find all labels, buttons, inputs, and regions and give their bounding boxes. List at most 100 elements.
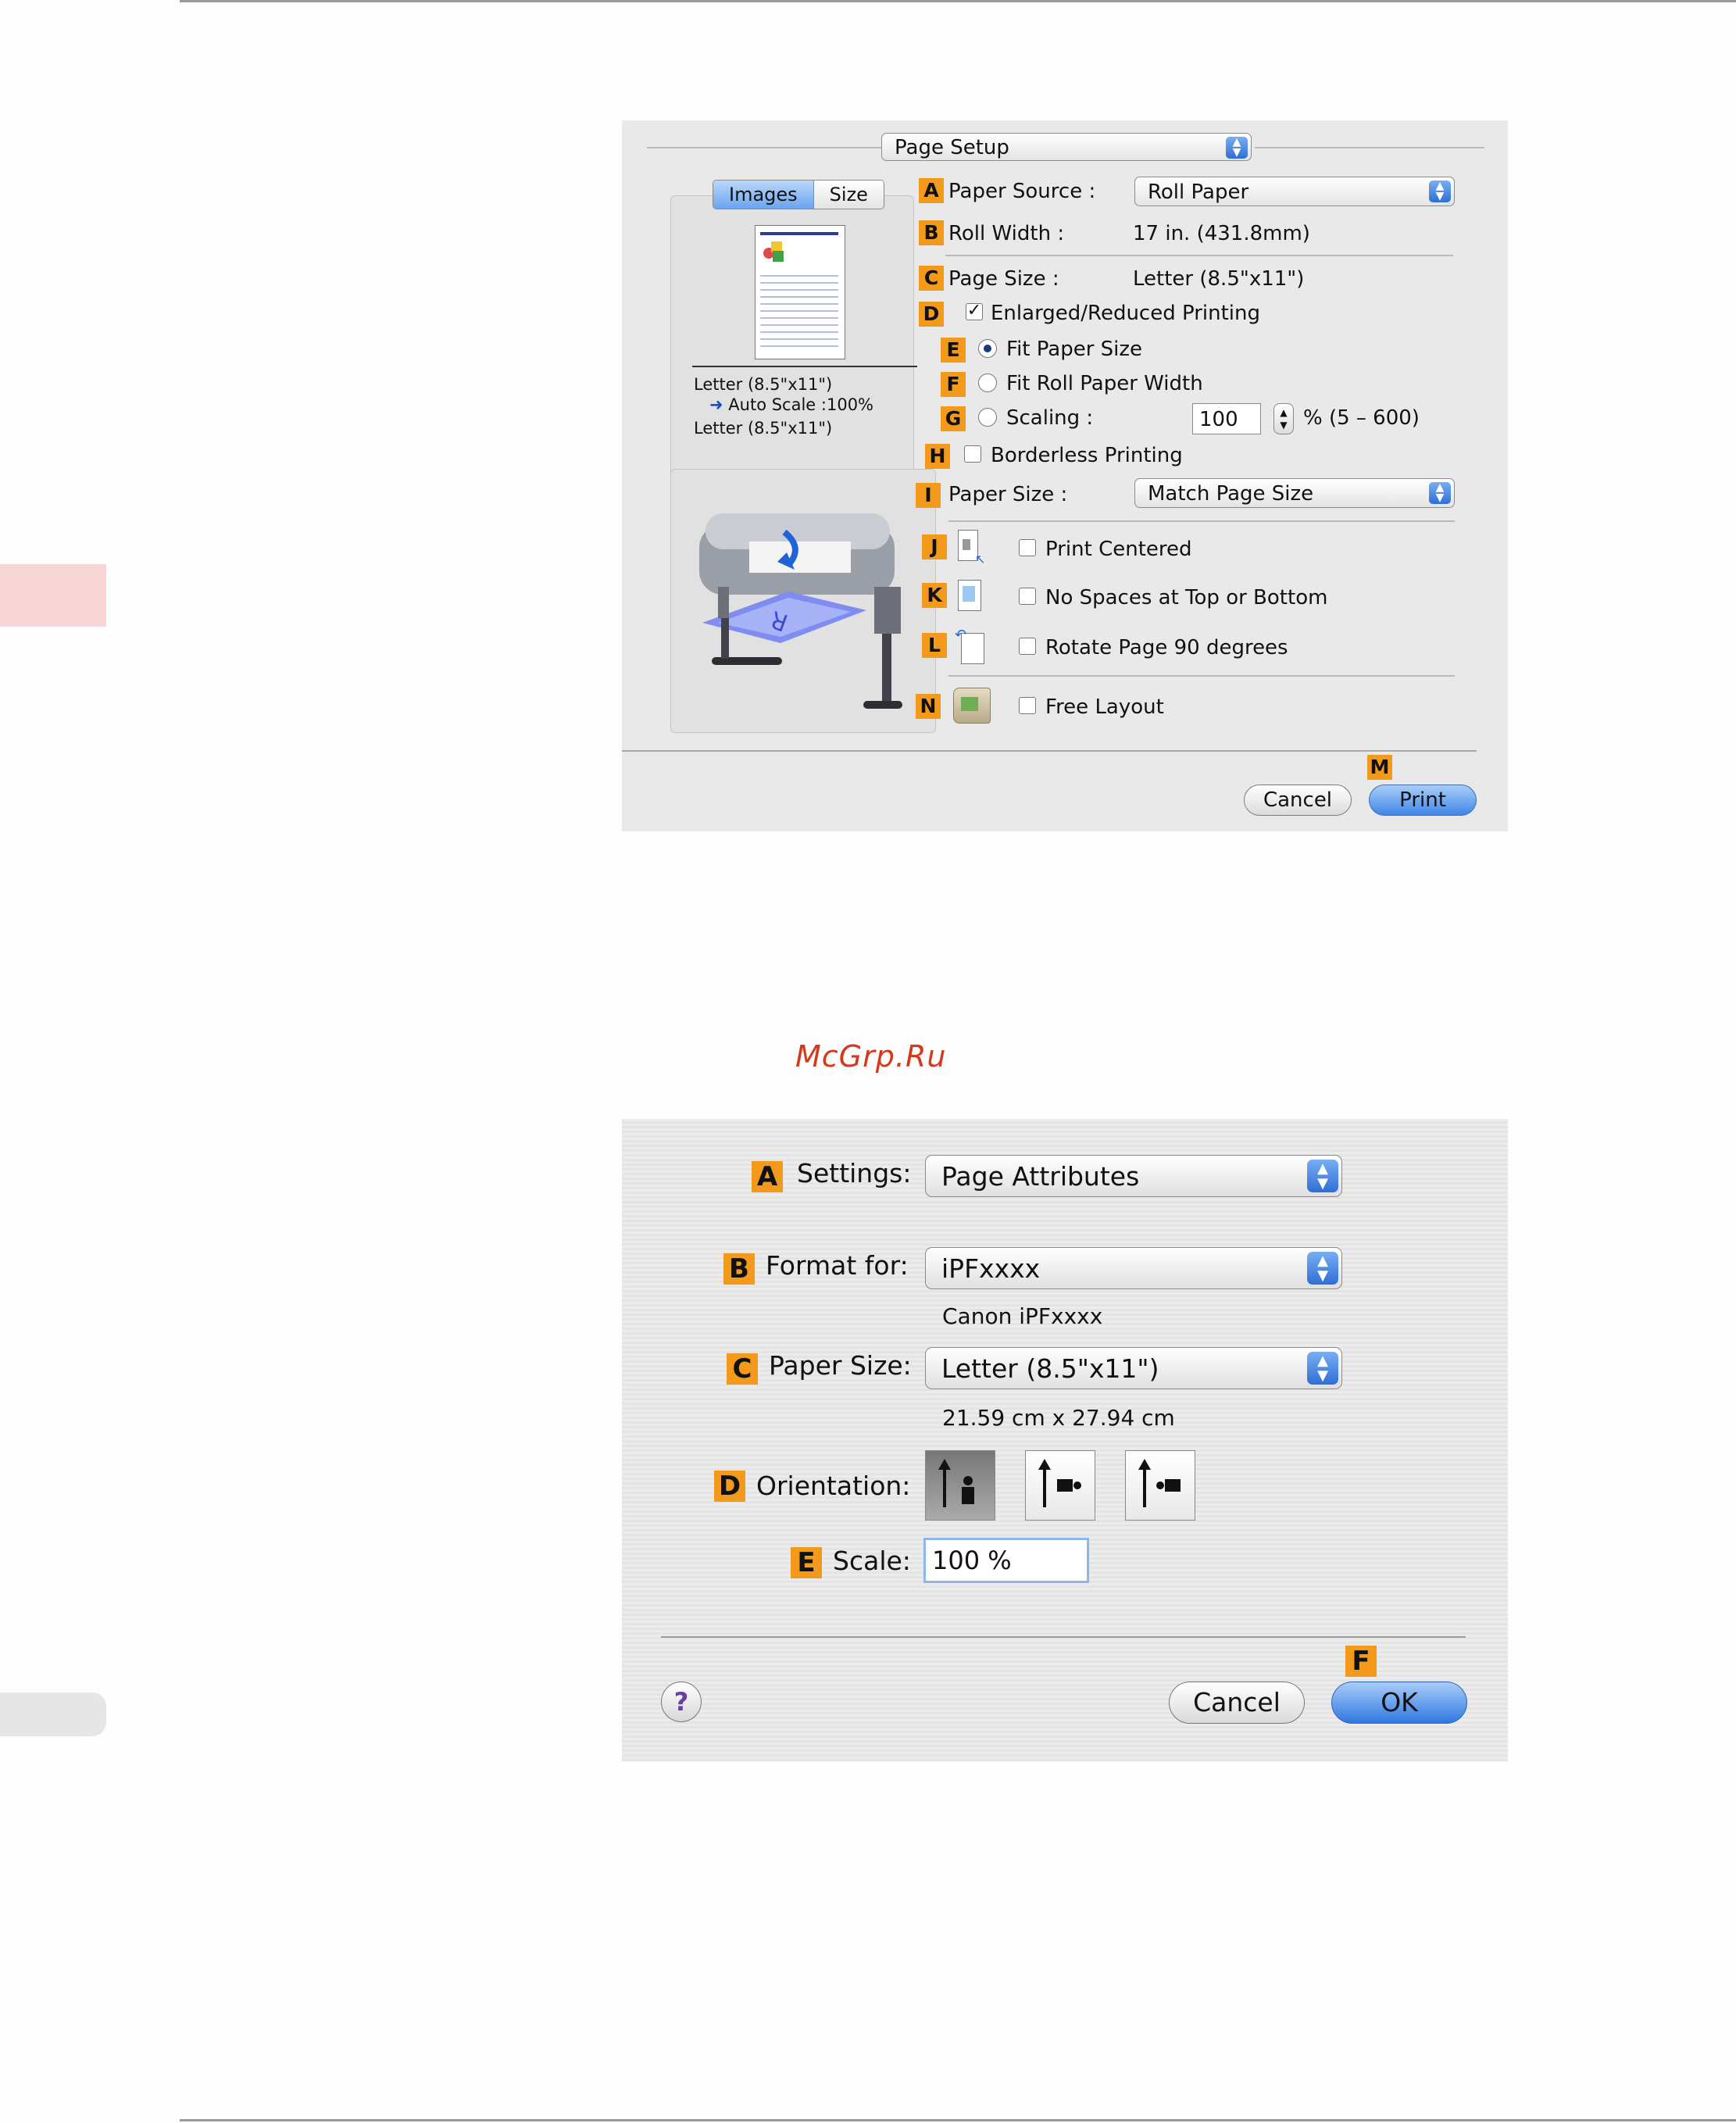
- badge-E: E: [791, 1547, 822, 1578]
- scaling-radio[interactable]: [978, 408, 997, 427]
- scaling-stepper[interactable]: ▲ ▼: [1273, 403, 1294, 434]
- page-size-label: Page Size :: [948, 267, 1059, 291]
- badge-K: K: [922, 583, 947, 608]
- divider-1: [945, 255, 1453, 256]
- orientation-landscape-right-button[interactable]: [1125, 1450, 1195, 1521]
- help-button[interactable]: ?: [661, 1682, 702, 1722]
- page-attributes-dialog: A Settings: Page Attributes ▲ ▼ B Format …: [622, 1119, 1508, 1761]
- rotate-label: Rotate Page 90 degrees: [1045, 636, 1288, 659]
- print-centered-checkbox[interactable]: [1019, 539, 1036, 556]
- bottom-rule: [180, 2119, 1736, 2121]
- paper-source-label: Paper Source :: [948, 180, 1096, 203]
- preview-scale: ➜ Auto Scale :100%: [709, 395, 874, 414]
- badge-E: E: [941, 338, 966, 363]
- badge-D: D: [714, 1471, 745, 1502]
- page-setup-popup[interactable]: Page Setup ▲ ▼: [881, 133, 1252, 161]
- scaling-range: % (5 – 600): [1303, 406, 1420, 430]
- preview-divider: [692, 366, 917, 367]
- paper-size-label: Paper Size :: [948, 483, 1068, 506]
- paper-size-popup[interactable]: Letter (8.5"x11") ▲ ▼: [925, 1347, 1342, 1389]
- footer-divider: [622, 750, 1477, 752]
- scale-label: Scale:: [833, 1546, 911, 1576]
- printer-model: Canon iPFxxxx: [942, 1303, 1103, 1329]
- borderless-label: Borderless Printing: [991, 444, 1183, 467]
- arrow-down-icon: ➜: [709, 395, 723, 414]
- orientation-landscape-left-button[interactable]: [1025, 1450, 1095, 1521]
- ok-button[interactable]: OK: [1331, 1682, 1467, 1724]
- popup-arrows-icon: ▲ ▼: [1307, 1252, 1338, 1285]
- page-size-value: Letter (8.5"x11"): [1133, 267, 1305, 291]
- cancel-button[interactable]: Cancel: [1169, 1682, 1305, 1724]
- side-tab-red: [0, 564, 106, 627]
- page-setup-dialog: Page Setup ▲ ▼ Images Size Letter (8.5"x1…: [622, 120, 1508, 831]
- badge-A: A: [752, 1161, 783, 1192]
- title-rule-right: [1255, 147, 1484, 148]
- page-preview-thumbnail: [755, 225, 845, 359]
- badge-C: C: [919, 266, 944, 291]
- top-rule: [180, 0, 1736, 2]
- popup-arrows-icon: ▲ ▼: [1226, 137, 1248, 159]
- format-for-label: Format for:: [766, 1250, 909, 1281]
- divider-3: [948, 675, 1455, 677]
- rotate-checkbox[interactable]: [1019, 638, 1036, 655]
- fit-paper-radio[interactable]: [978, 339, 997, 358]
- side-tab-gray: [0, 1692, 106, 1736]
- fit-roll-radio[interactable]: [978, 373, 997, 392]
- settings-label: Settings:: [797, 1158, 912, 1188]
- roll-width-value: 17 in. (431.8mm): [1133, 222, 1310, 245]
- enlarged-checkbox[interactable]: ✓: [966, 302, 983, 320]
- badge-H: H: [925, 444, 950, 469]
- title-rule-left: [647, 147, 881, 148]
- scaling-label: Scaling :: [1006, 406, 1094, 430]
- preview-tabs: Images Size: [713, 180, 884, 209]
- landscape-right-icon: [1138, 1459, 1181, 1507]
- scale-input[interactable]: 100 %: [923, 1538, 1089, 1583]
- free-layout-label: Free Layout: [1045, 695, 1164, 719]
- scaling-input[interactable]: 100: [1192, 403, 1261, 434]
- badge-M: M: [1367, 755, 1392, 780]
- portrait-icon: [938, 1459, 974, 1507]
- settings-popup[interactable]: Page Attributes ▲ ▼: [925, 1155, 1342, 1197]
- free-layout-checkbox[interactable]: [1019, 697, 1036, 714]
- badge-C: C: [727, 1353, 758, 1385]
- badge-B: B: [919, 220, 944, 245]
- borderless-checkbox[interactable]: [964, 445, 981, 463]
- badge-G: G: [941, 406, 966, 431]
- printer-image-panel: R: [670, 469, 936, 733]
- printer-illustration: R: [699, 513, 902, 709]
- watermark: McGrp.Ru: [795, 1039, 947, 1074]
- preview-original-size: Letter (8.5"x11"): [694, 375, 833, 394]
- roll-width-label: Roll Width :: [948, 222, 1065, 245]
- format-for-popup[interactable]: iPFxxxx ▲ ▼: [925, 1247, 1342, 1289]
- tab-size[interactable]: Size: [813, 180, 884, 209]
- badge-A: A: [919, 178, 944, 203]
- badge-B: B: [723, 1253, 755, 1285]
- no-spaces-checkbox[interactable]: [1019, 588, 1036, 605]
- no-spaces-icon: [953, 577, 986, 614]
- free-layout-icon: [950, 683, 995, 728]
- cancel-button[interactable]: Cancel: [1244, 785, 1352, 816]
- preview-output-size: Letter (8.5"x11"): [694, 419, 833, 438]
- badge-F: F: [941, 372, 966, 397]
- fit-paper-label: Fit Paper Size: [1006, 338, 1143, 361]
- tab-images[interactable]: Images: [713, 180, 813, 209]
- badge-F: F: [1345, 1646, 1377, 1677]
- paper-size-label: Paper Size:: [769, 1350, 912, 1381]
- paper-source-popup[interactable]: Roll Paper ▲ ▼: [1134, 177, 1455, 206]
- fit-roll-label: Fit Roll Paper Width: [1006, 372, 1203, 395]
- landscape-left-icon: [1038, 1459, 1081, 1507]
- paper-dimensions: 21.59 cm x 27.94 cm: [942, 1405, 1175, 1431]
- popup-arrows-icon: ▲ ▼: [1307, 1160, 1338, 1192]
- badge-N: N: [916, 694, 941, 719]
- orientation-portrait-button[interactable]: [925, 1450, 995, 1521]
- badge-J: J: [922, 534, 947, 559]
- badge-L: L: [922, 633, 947, 658]
- rotate-page-icon: ↶: [953, 627, 986, 664]
- orientation-label: Orientation:: [756, 1471, 911, 1501]
- print-button[interactable]: Print: [1369, 785, 1477, 816]
- print-centered-label: Print Centered: [1045, 538, 1192, 561]
- popup-arrows-icon: ▲ ▼: [1429, 180, 1451, 202]
- divider-2: [948, 520, 1455, 522]
- paper-size-popup[interactable]: Match Page Size ▲ ▼: [1134, 478, 1455, 508]
- enlarged-label: Enlarged/Reduced Printing: [991, 302, 1261, 325]
